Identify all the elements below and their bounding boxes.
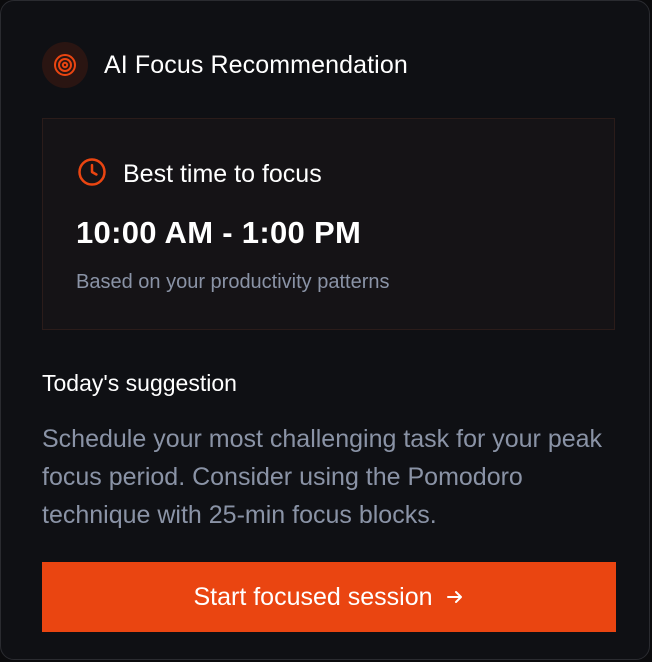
arrow-right-icon	[445, 587, 465, 607]
focus-basis-text: Based on your productivity patterns	[76, 271, 390, 293]
card-header: AI Focus Recommendation	[42, 42, 408, 88]
clock-icon	[77, 157, 107, 192]
best-time-panel: Best time to focus 10:00 AM - 1:00 PM Ba…	[42, 118, 615, 330]
suggestion-text: Schedule your most challenging task for …	[42, 425, 603, 529]
best-time-header: Best time to focus	[77, 157, 322, 192]
focus-time-range: 10:00 AM - 1:00 PM	[76, 215, 362, 250]
start-focused-session-button[interactable]: Start focused session	[42, 562, 616, 632]
suggestion-title: Today's suggestion	[42, 370, 237, 396]
card-title: AI Focus Recommendation	[104, 50, 408, 79]
start-focused-session-label: Start focused session	[193, 582, 433, 611]
focus-recommendation-card: AI Focus Recommendation Best time to foc…	[0, 0, 650, 660]
target-icon	[42, 42, 88, 88]
best-time-label: Best time to focus	[123, 160, 322, 188]
